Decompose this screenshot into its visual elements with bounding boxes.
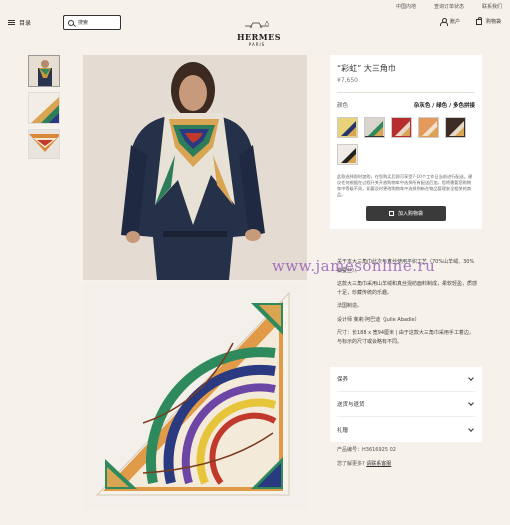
help-line: 您了解更多? 请联系客服 [337, 460, 391, 467]
chevron-down-icon [468, 400, 474, 406]
swatch-scarf-icon [341, 121, 356, 136]
bag-icon [388, 211, 394, 217]
watermark-text: www.jamesonline.ru [272, 257, 436, 275]
accordion-label: 保养 [337, 377, 349, 383]
divider [337, 92, 475, 93]
brand-city: PARIS [248, 42, 266, 47]
chevron-down-icon [468, 425, 474, 432]
delivery-note: 此款选择即时加购，在您购买后即可享受7-10个工作日当前进行配送。建议任何根据在… [337, 174, 473, 198]
description-paragraph: 这款大三角巾采用山羊绒和真丝混纺面料制成，柔软轻盈，质感十足，珍藏传统的乐趣。 [337, 281, 478, 296]
color-swatch-red-multi[interactable] [391, 117, 412, 138]
region-link[interactable]: 中国内地 [396, 3, 416, 10]
product-code: 产品编号：H3616925 02 [337, 447, 396, 453]
chevron-down-icon [468, 375, 474, 381]
product-image-scarf[interactable] [83, 283, 307, 510]
model-photo [83, 55, 307, 280]
brand-logo[interactable]: HERMES PARIS [237, 13, 282, 47]
cart-button[interactable]: 购物袋 [476, 16, 502, 25]
contact-link[interactable]: 联系我们 [482, 3, 502, 10]
account-button[interactable]: 账户 [440, 18, 461, 26]
thumbnail-scarf-detail[interactable] [28, 129, 60, 159]
carriage-icon [245, 20, 270, 29]
scarf-thumbnail-image [29, 93, 59, 123]
accordion-gift[interactable]: 礼赠 [330, 417, 482, 442]
color-row: 颜色 杂灰色 / 绿色 / 多色拼接 [337, 101, 475, 109]
bag-icon [476, 16, 482, 25]
add-to-cart-button[interactable]: 加入购物袋 [366, 206, 446, 222]
menu-button[interactable]: 目录 [8, 18, 31, 27]
swatch-scarf-icon [341, 148, 356, 163]
search-icon [68, 19, 74, 26]
accordion-care[interactable]: 保养 [330, 367, 482, 392]
search-input[interactable]: 搜索 [63, 15, 121, 30]
scarf-detail-thumbnail-image [29, 130, 59, 158]
swatch-scarf-icon [368, 121, 383, 136]
product-title: “彩虹” 大三角巾 [337, 64, 396, 73]
accordion-label: 送货与退货 [337, 402, 365, 408]
scarf-photo [83, 283, 307, 510]
brand-name: HERMES [237, 32, 282, 42]
add-to-cart-label: 加入购物袋 [397, 211, 423, 218]
color-swatch-orange-multi[interactable] [418, 117, 439, 138]
accordion-label: 礼赠 [337, 427, 349, 434]
menu-label: 目录 [19, 20, 32, 27]
color-label: 颜色 [337, 103, 349, 109]
color-swatch-yellow-navy[interactable] [337, 117, 358, 138]
description-paragraph: 尺寸：长188 x 宽94厘米 | 由于这款大三角巾采用手工着边，与标示的尺寸或… [337, 330, 474, 345]
product-panel: “彩虹” 大三角巾 ¥7,650 颜色 杂灰色 / 绿色 / 多色拼接 此款选择… [330, 55, 482, 230]
swatch-scarf-icon [449, 121, 464, 136]
cart-label: 购物袋 [486, 19, 502, 25]
contact-service-link[interactable]: 请联系客服 [366, 461, 391, 467]
hamburger-icon [8, 20, 15, 25]
product-image-model[interactable] [83, 55, 307, 280]
order-status-link[interactable]: 查询订单状态 [434, 3, 464, 10]
color-swatch-grey-green[interactable] [364, 117, 385, 138]
description-paragraph: 法国制造。 [337, 303, 363, 309]
help-prefix: 您了解更多? [337, 461, 365, 467]
utility-bar: 中国内地 查询订单状态 联系我们 [396, 3, 502, 10]
thumbnail-model[interactable] [28, 55, 60, 87]
swatch-scarf-icon [395, 121, 410, 136]
swatch-scarf-icon [422, 121, 437, 136]
model-thumbnail-image [29, 56, 59, 86]
color-swatches [337, 117, 475, 165]
color-swatch-black-white[interactable] [337, 144, 358, 165]
user-icon [440, 18, 448, 26]
thumbnail-scarf-flat[interactable] [28, 92, 60, 124]
color-value: 杂灰色 / 绿色 / 多色拼接 [413, 103, 475, 109]
account-label: 账户 [450, 19, 461, 25]
description-paragraph: 设计师 茱莉·阿巴迪（Julie Abadie） [337, 316, 420, 323]
color-swatch-brown-multi[interactable] [445, 117, 466, 138]
accordion-delivery[interactable]: 送货与退货 [330, 392, 482, 417]
search-placeholder: 搜索 [78, 20, 89, 26]
product-price: ¥7,650 [337, 77, 358, 84]
